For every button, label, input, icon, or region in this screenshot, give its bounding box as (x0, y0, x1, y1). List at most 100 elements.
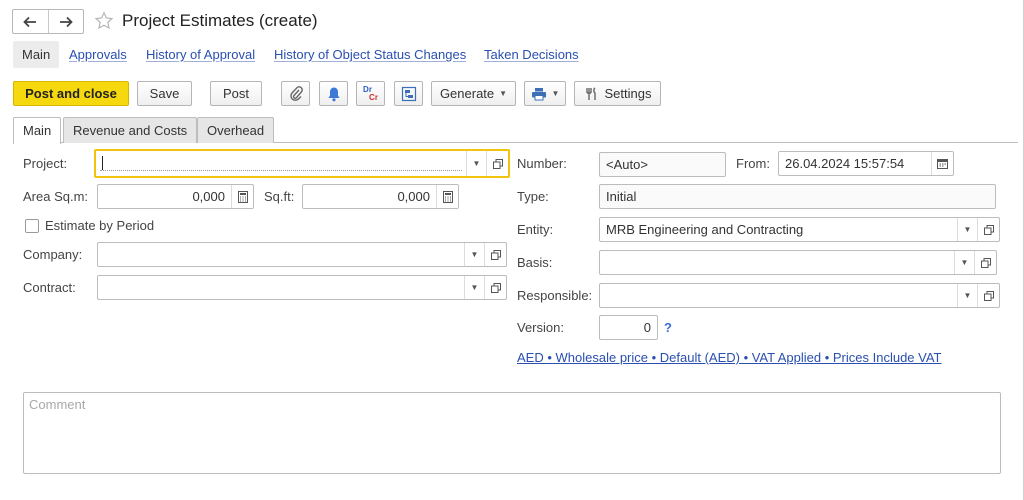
credit-icon-text: Cr (369, 92, 378, 102)
basis-field[interactable]: ▼ (599, 250, 997, 275)
basis-dropdown-button[interactable]: ▼ (954, 251, 974, 274)
project-input[interactable] (100, 156, 462, 172)
section-status-changes-link[interactable]: History of Object Status Changes (274, 47, 466, 62)
page-title: Project Estimates (create) (122, 11, 318, 30)
number-placeholder[interactable]: <Auto> (600, 157, 725, 172)
project-dropdown-button[interactable]: ▼ (466, 151, 486, 176)
structure-button[interactable] (394, 81, 423, 106)
section-history-of-approval-link[interactable]: History of Approval (146, 47, 255, 62)
contract-dropdown-button[interactable]: ▼ (464, 276, 484, 299)
entity-label: Entity: (517, 222, 554, 237)
tools-icon (585, 86, 596, 100)
area-sqm-field[interactable]: 0,000 (97, 184, 254, 209)
printer-icon (531, 87, 546, 100)
area-sqm-value[interactable]: 0,000 (98, 189, 231, 204)
chevron-down-icon: ▼ (551, 89, 560, 98)
calendar-icon (937, 159, 948, 169)
text-caret (102, 156, 103, 171)
sqft-calculator-button[interactable] (436, 185, 458, 208)
company-open-button[interactable] (484, 243, 506, 266)
calculator-icon (237, 190, 248, 203)
responsible-field[interactable]: ▼ (599, 283, 1000, 308)
chevron-down-icon: ▼ (499, 89, 508, 98)
settings-label: Settings (604, 86, 652, 101)
print-button[interactable]: ▼ (524, 81, 566, 106)
entity-field[interactable]: MRB Engineering and Contracting ▼ (599, 217, 1000, 242)
comment-field[interactable]: Comment (23, 392, 1001, 474)
contract-label: Contract: (23, 280, 76, 295)
responsible-label: Responsible: (517, 288, 593, 303)
arrow-right-icon (59, 16, 73, 27)
responsible-open-button[interactable] (977, 284, 999, 307)
project-field[interactable]: ▼ (94, 149, 510, 178)
area-sqm-label: Area Sq.m: (23, 189, 89, 204)
section-taken-decisions-link[interactable]: Taken Decisions (484, 47, 579, 62)
sqft-value[interactable]: 0,000 (303, 189, 436, 204)
entity-value[interactable]: MRB Engineering and Contracting (600, 222, 957, 237)
company-label: Company: (23, 247, 83, 262)
from-date-field[interactable]: 26.04.2024 15:57:54 (778, 151, 954, 176)
generate-button[interactable]: Generate ▼ (431, 81, 516, 106)
reminder-button[interactable] (319, 81, 348, 106)
attach-button[interactable] (281, 81, 310, 106)
settings-button[interactable]: Settings (574, 81, 661, 106)
accounting-entries-button[interactable]: Dr Cr (356, 81, 385, 106)
favorite-star-icon[interactable] (94, 11, 114, 31)
sqft-label: Sq.ft: (264, 189, 295, 204)
hierarchy-icon (401, 86, 416, 101)
contract-field[interactable]: ▼ (97, 275, 507, 300)
open-window-icon (490, 249, 501, 260)
version-help-icon[interactable]: ? (664, 320, 672, 335)
paperclip-icon (289, 85, 303, 101)
post-and-close-button[interactable]: Post and close (13, 81, 129, 106)
save-button[interactable]: Save (137, 81, 192, 106)
open-window-icon (983, 224, 994, 235)
navigation-buttons (12, 9, 84, 34)
entity-dropdown-button[interactable]: ▼ (957, 218, 977, 241)
open-window-icon (980, 257, 991, 268)
basis-open-button[interactable] (974, 251, 996, 274)
chevron-down-icon: ▼ (963, 225, 972, 234)
tab-revenue-and-costs[interactable]: Revenue and Costs (63, 117, 198, 143)
responsible-dropdown-button[interactable]: ▼ (957, 284, 977, 307)
tab-main[interactable]: Main (13, 117, 62, 144)
from-date-value[interactable]: 26.04.2024 15:57:54 (779, 156, 931, 171)
basis-label: Basis: (517, 255, 553, 270)
calculator-icon (442, 190, 453, 203)
type-field: Initial (599, 184, 996, 209)
section-main[interactable]: Main (13, 41, 60, 68)
version-value[interactable]: 0 (600, 320, 657, 335)
generate-label: Generate (439, 86, 495, 101)
post-button[interactable]: Post (210, 81, 262, 106)
area-sqm-calculator-button[interactable] (231, 185, 253, 208)
company-dropdown-button[interactable]: ▼ (464, 243, 484, 266)
type-value: Initial (606, 189, 637, 204)
arrow-left-icon (23, 16, 37, 27)
chevron-down-icon: ▼ (963, 291, 972, 300)
open-window-icon (490, 282, 501, 293)
version-label: Version: (517, 320, 564, 335)
number-label: Number: (517, 156, 567, 171)
estimate-by-period-checkbox[interactable] (25, 219, 39, 233)
project-label: Project: (23, 156, 68, 171)
bell-icon (328, 87, 339, 101)
chevron-down-icon: ▼ (472, 159, 481, 168)
type-label: Type: (517, 189, 549, 204)
project-open-button[interactable] (486, 151, 508, 176)
version-field[interactable]: 0 (599, 315, 658, 340)
calendar-button[interactable] (931, 152, 953, 175)
forward-button[interactable] (47, 10, 84, 33)
sqft-field[interactable]: 0,000 (302, 184, 459, 209)
tab-overhead[interactable]: Overhead (197, 117, 275, 143)
open-window-icon (983, 290, 994, 301)
contract-open-button[interactable] (484, 276, 506, 299)
entity-open-button[interactable] (977, 218, 999, 241)
back-button[interactable] (13, 10, 48, 33)
company-field[interactable]: ▼ (97, 242, 507, 267)
pricing-settings-link[interactable]: AED • Wholesale price • Default (AED) • … (517, 350, 942, 365)
number-field[interactable]: <Auto> (599, 152, 726, 177)
chevron-down-icon: ▼ (470, 250, 479, 259)
chevron-down-icon: ▼ (960, 258, 969, 267)
section-approvals-link[interactable]: Approvals (69, 47, 127, 62)
estimate-by-period-label[interactable]: Estimate by Period (45, 218, 154, 233)
